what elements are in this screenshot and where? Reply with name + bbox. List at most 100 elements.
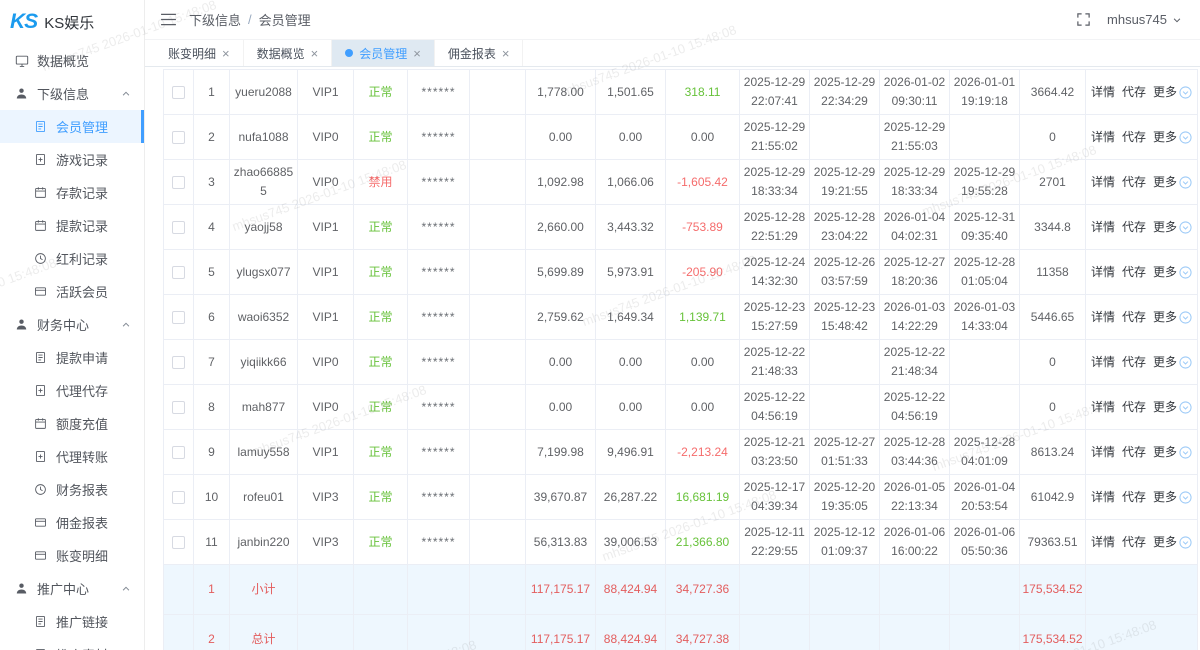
- action-deposit-link[interactable]: 代存: [1122, 263, 1146, 282]
- action-detail-link[interactable]: 详情: [1091, 488, 1115, 507]
- cell-time-3: 2025-12-22 04:56:19: [880, 385, 950, 430]
- close-icon[interactable]: ×: [502, 47, 510, 60]
- sidebar-item-commission-report[interactable]: 佣金报表: [0, 506, 144, 539]
- cell-actions: 详情代存更多: [1086, 475, 1198, 520]
- profit-value: 1,139.71: [679, 310, 726, 324]
- action-more-label: 更多: [1153, 533, 1177, 552]
- row-checkbox[interactable]: [172, 356, 185, 369]
- cell-balance: 0: [1020, 340, 1086, 385]
- row-checkbox[interactable]: [172, 266, 185, 279]
- action-deposit-link[interactable]: 代存: [1122, 353, 1146, 372]
- cell-time-2: [810, 615, 880, 650]
- row-checkbox[interactable]: [172, 221, 185, 234]
- user-dropdown[interactable]: mhsus745: [1107, 12, 1182, 27]
- row-checkbox[interactable]: [172, 176, 185, 189]
- action-detail-link[interactable]: 详情: [1091, 533, 1115, 552]
- action-detail-link[interactable]: 详情: [1091, 443, 1115, 462]
- action-detail-link[interactable]: 详情: [1091, 128, 1115, 147]
- sidebar-item-deposit-records[interactable]: 存款记录: [0, 176, 144, 209]
- action-deposit-link[interactable]: 代存: [1122, 443, 1146, 462]
- action-detail-link[interactable]: 详情: [1091, 263, 1115, 282]
- sidebar-item-label: 额度充值: [56, 414, 108, 433]
- action-detail-link[interactable]: 详情: [1091, 83, 1115, 102]
- sidebar-item-finance-center[interactable]: 财务中心: [0, 308, 144, 341]
- sidebar-item-promotion-materials[interactable]: 推广素材: [0, 638, 144, 650]
- row-checkbox[interactable]: [172, 491, 185, 504]
- action-more-link[interactable]: 更多: [1153, 218, 1192, 237]
- tab-member-management[interactable]: 会员管理×: [332, 40, 435, 66]
- sidebar-item-promotion-links[interactable]: 推广链接: [0, 605, 144, 638]
- action-more-link[interactable]: 更多: [1153, 533, 1192, 552]
- action-deposit-link[interactable]: 代存: [1122, 398, 1146, 417]
- status-badge: 正常: [368, 445, 392, 459]
- cell-profit: 16,681.19: [666, 475, 740, 520]
- action-more-link[interactable]: 更多: [1153, 488, 1192, 507]
- tab-data-overview[interactable]: 数据概览×: [244, 40, 333, 66]
- cell-withdraw: 88,424.94: [596, 615, 666, 650]
- cell-deposit: 7,199.98: [526, 430, 596, 475]
- cell-index: 10: [194, 475, 230, 520]
- profit-value: 16,681.19: [676, 490, 729, 504]
- breadcrumb-separator: /: [248, 12, 252, 27]
- action-more-link[interactable]: 更多: [1153, 263, 1192, 282]
- cell-deposit: 117,175.17: [526, 615, 596, 650]
- sidebar-item-withdraw-records[interactable]: 提款记录: [0, 209, 144, 242]
- action-deposit-link[interactable]: 代存: [1122, 218, 1146, 237]
- action-detail-link[interactable]: 详情: [1091, 218, 1115, 237]
- action-more-link[interactable]: 更多: [1153, 128, 1192, 147]
- sidebar-item-game-records[interactable]: 游戏记录: [0, 143, 144, 176]
- cell-time-2: [810, 385, 880, 430]
- action-more-link[interactable]: 更多: [1153, 353, 1192, 372]
- tab-account-changes[interactable]: 账变明细×: [155, 40, 244, 66]
- sidebar-item-member-management[interactable]: 会员管理: [0, 110, 144, 143]
- sidebar-item-agent-deposit[interactable]: 代理代存: [0, 374, 144, 407]
- sidebar-item-bonus-records[interactable]: 红利记录: [0, 242, 144, 275]
- cell-checkbox: [164, 430, 194, 475]
- row-checkbox[interactable]: [172, 401, 185, 414]
- close-icon[interactable]: ×: [222, 47, 230, 60]
- fullscreen-icon[interactable]: [1076, 12, 1091, 27]
- cell-time-4: [950, 115, 1020, 160]
- sidebar-item-promotion-center[interactable]: 推广中心: [0, 572, 144, 605]
- action-more-link[interactable]: 更多: [1153, 443, 1192, 462]
- action-deposit-link[interactable]: 代存: [1122, 128, 1146, 147]
- cell-balance: 79363.51: [1020, 520, 1086, 565]
- status-badge: 正常: [368, 220, 392, 234]
- sidebar-item-withdraw-apply[interactable]: 提款申请: [0, 341, 144, 374]
- menu-icon[interactable]: [160, 13, 177, 26]
- row-checkbox[interactable]: [172, 311, 185, 324]
- action-deposit-link[interactable]: 代存: [1122, 83, 1146, 102]
- action-deposit-link[interactable]: 代存: [1122, 488, 1146, 507]
- action-more-link[interactable]: 更多: [1153, 308, 1192, 327]
- row-checkbox[interactable]: [172, 446, 185, 459]
- action-detail-link[interactable]: 详情: [1091, 308, 1115, 327]
- breadcrumb-item-parent[interactable]: 下级信息: [189, 10, 241, 29]
- sidebar-item-active-members[interactable]: 活跃会员: [0, 275, 144, 308]
- sidebar-item-subordinate-info[interactable]: 下级信息: [0, 77, 144, 110]
- action-detail-link[interactable]: 详情: [1091, 398, 1115, 417]
- sidebar-item-quota-recharge[interactable]: 额度充值: [0, 407, 144, 440]
- cell-index: 3: [194, 160, 230, 205]
- action-more-link[interactable]: 更多: [1153, 173, 1192, 192]
- sidebar-item-finance-report[interactable]: 财务报表: [0, 473, 144, 506]
- cell-vip-level: VIP3: [298, 475, 354, 520]
- row-checkbox[interactable]: [172, 131, 185, 144]
- cell-password: ******: [408, 115, 470, 160]
- action-detail-link[interactable]: 详情: [1091, 353, 1115, 372]
- sidebar-item-account-changes[interactable]: 账变明细: [0, 539, 144, 572]
- sidebar-item-agent-transfer[interactable]: 代理转账: [0, 440, 144, 473]
- action-detail-link[interactable]: 详情: [1091, 173, 1115, 192]
- action-deposit-link[interactable]: 代存: [1122, 308, 1146, 327]
- tab-commission-report[interactable]: 佣金报表×: [435, 40, 524, 66]
- topbar-right: mhsus745: [1076, 12, 1182, 27]
- close-icon[interactable]: ×: [311, 47, 319, 60]
- action-deposit-link[interactable]: 代存: [1122, 533, 1146, 552]
- sidebar-item-data-overview[interactable]: 数据概览: [0, 44, 144, 77]
- row-checkbox[interactable]: [172, 536, 185, 549]
- row-checkbox[interactable]: [172, 86, 185, 99]
- cell-balance: 11358: [1020, 250, 1086, 295]
- close-icon[interactable]: ×: [413, 47, 421, 60]
- action-more-link[interactable]: 更多: [1153, 398, 1192, 417]
- action-deposit-link[interactable]: 代存: [1122, 173, 1146, 192]
- action-more-link[interactable]: 更多: [1153, 83, 1192, 102]
